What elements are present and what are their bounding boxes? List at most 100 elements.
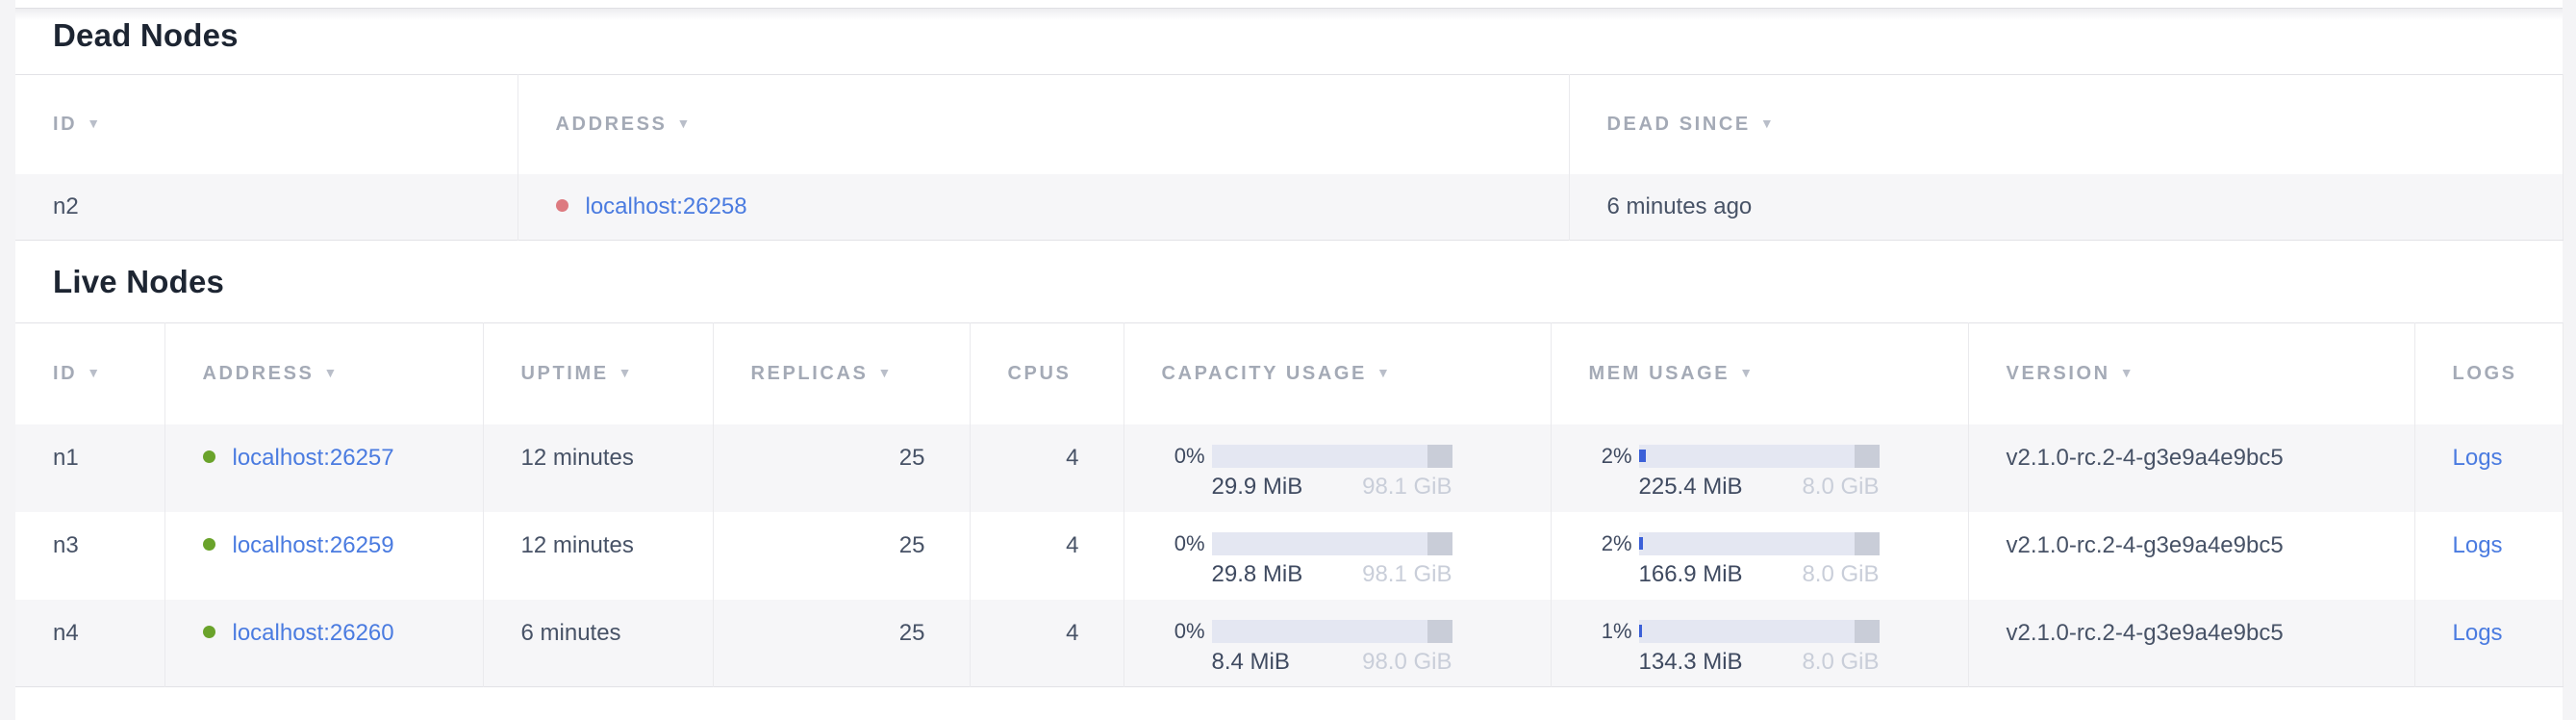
sort-desc-icon: ▼ <box>1739 365 1755 380</box>
capacity-total-label: 98.1 GiB <box>1362 474 1452 501</box>
sort-desc-icon: ▼ <box>619 365 634 380</box>
dead-node-address-link[interactable]: localhost:26258 <box>586 193 747 219</box>
node-uptime: 6 minutes <box>483 600 713 687</box>
node-address-link[interactable]: localhost:26260 <box>233 620 394 646</box>
sort-desc-icon: ▼ <box>877 365 893 380</box>
sort-desc-icon: ▼ <box>1376 365 1392 380</box>
node-capacity-usage: 0% 8.4 MiB 98.0 GiB <box>1124 600 1551 687</box>
live-header-version[interactable]: VERSION▼ <box>1968 323 2414 424</box>
capacity-pct: 0% <box>1124 445 1212 468</box>
mem-used-label: 134.3 MiB <box>1639 649 1743 676</box>
node-uptime: 12 minutes <box>483 512 713 600</box>
dead-nodes-table: ID▼ ADDRESS▼ DEAD SINCE▼ n2 localhost:26… <box>15 74 2563 241</box>
dead-node-row: n2 localhost:26258 6 minutes ago <box>15 174 2563 241</box>
nodes-overview-card: Dead Nodes ID▼ ADDRESS▼ DEAD SINCE▼ n2 l… <box>15 0 2563 720</box>
mem-bar <box>1639 445 1880 468</box>
mem-bar-used <box>1639 537 1643 550</box>
mem-pct: 2% <box>1552 445 1639 468</box>
node-capacity-usage: 0% 29.8 MiB 98.1 GiB <box>1124 512 1551 600</box>
node-cpus: 4 <box>970 424 1124 512</box>
live-header-address[interactable]: ADDRESS▼ <box>164 323 483 424</box>
capacity-pct: 0% <box>1124 620 1212 643</box>
capacity-bar-end-block <box>1427 620 1452 643</box>
capacity-used-label: 8.4 MiB <box>1212 649 1290 676</box>
dead-node-address-cell: localhost:26258 <box>518 174 1569 241</box>
node-id: n3 <box>15 512 164 600</box>
mem-used-label: 166.9 MiB <box>1639 561 1743 588</box>
live-nodes-heading: Live Nodes <box>15 241 2563 322</box>
capacity-total-label: 98.0 GiB <box>1362 649 1452 676</box>
live-header-id[interactable]: ID▼ <box>15 323 164 424</box>
node-version: v2.1.0-rc.2-4-g3e9a4e9bc5 <box>1968 512 2414 600</box>
capacity-bar-end-block <box>1427 445 1452 468</box>
node-id: n4 <box>15 600 164 687</box>
logs-link[interactable]: Logs <box>2453 532 2503 558</box>
node-cpus: 4 <box>970 512 1124 600</box>
live-header-cpus: CPUS <box>970 323 1124 424</box>
live-status-dot-icon <box>203 626 215 638</box>
live-node-row-n3: n3 localhost:26259 12 minutes 25 4 0% <box>15 512 2563 600</box>
logs-link[interactable]: Logs <box>2453 445 2503 471</box>
capacity-pct: 0% <box>1124 532 1212 555</box>
node-version: v2.1.0-rc.2-4-g3e9a4e9bc5 <box>1968 424 2414 512</box>
mem-used-label: 225.4 MiB <box>1639 474 1743 501</box>
capacity-total-label: 98.1 GiB <box>1362 561 1452 588</box>
node-version: v2.1.0-rc.2-4-g3e9a4e9bc5 <box>1968 600 2414 687</box>
node-address-cell: localhost:26259 <box>164 512 483 600</box>
node-address-link[interactable]: localhost:26259 <box>233 532 394 558</box>
mem-bar <box>1639 620 1880 643</box>
mem-pct: 1% <box>1552 620 1639 643</box>
node-id: n1 <box>15 424 164 512</box>
capacity-bar <box>1212 445 1452 468</box>
capacity-used-label: 29.8 MiB <box>1212 561 1303 588</box>
dead-nodes-header-row: ID▼ ADDRESS▼ DEAD SINCE▼ <box>15 75 2563 174</box>
mem-bar-end-block <box>1855 445 1880 468</box>
node-capacity-usage: 0% 29.9 MiB 98.1 GiB <box>1124 424 1551 512</box>
sort-desc-icon: ▼ <box>1760 116 1776 131</box>
live-nodes-table: ID▼ ADDRESS▼ UPTIME▼ REPLICAS▼ CPUS CAPA… <box>15 322 2563 687</box>
node-mem-usage: 2% 166.9 MiB 8.0 GiB <box>1551 512 1968 600</box>
sort-desc-icon: ▼ <box>87 365 102 380</box>
dead-header-dead-since[interactable]: DEAD SINCE▼ <box>1569 75 2563 174</box>
mem-bar-used <box>1639 625 1642 637</box>
sort-desc-icon: ▼ <box>324 365 340 380</box>
top-divider-shadow <box>15 9 2563 20</box>
live-header-mem[interactable]: MEM USAGE▼ <box>1551 323 1968 424</box>
dead-status-dot-icon <box>556 199 568 212</box>
node-address-link[interactable]: localhost:26257 <box>233 445 394 471</box>
live-header-uptime[interactable]: UPTIME▼ <box>483 323 713 424</box>
node-logs-cell: Logs <box>2414 600 2563 687</box>
node-address-cell: localhost:26260 <box>164 600 483 687</box>
live-node-row-n4: n4 localhost:26260 6 minutes 25 4 0% <box>15 600 2563 687</box>
sort-desc-icon: ▼ <box>2120 365 2135 380</box>
mem-bar-used <box>1639 450 1647 462</box>
sort-desc-icon: ▼ <box>677 116 693 131</box>
node-logs-cell: Logs <box>2414 424 2563 512</box>
capacity-bar <box>1212 620 1452 643</box>
mem-bar <box>1639 532 1880 555</box>
node-cpus: 4 <box>970 600 1124 687</box>
mem-pct: 2% <box>1552 532 1639 555</box>
node-address-cell: localhost:26257 <box>164 424 483 512</box>
node-logs-cell: Logs <box>2414 512 2563 600</box>
mem-total-label: 8.0 GiB <box>1802 561 1879 588</box>
live-nodes-header-row: ID▼ ADDRESS▼ UPTIME▼ REPLICAS▼ CPUS CAPA… <box>15 323 2563 424</box>
dead-node-dead-since: 6 minutes ago <box>1569 174 2563 241</box>
live-status-dot-icon <box>203 450 215 463</box>
node-mem-usage: 2% 225.4 MiB 8.0 GiB <box>1551 424 1968 512</box>
capacity-used-label: 29.9 MiB <box>1212 474 1303 501</box>
mem-bar-end-block <box>1855 620 1880 643</box>
node-uptime: 12 minutes <box>483 424 713 512</box>
mem-bar-end-block <box>1855 532 1880 555</box>
sort-desc-icon: ▼ <box>87 116 102 131</box>
live-header-capacity[interactable]: CAPACITY USAGE▼ <box>1124 323 1551 424</box>
node-replicas: 25 <box>713 512 970 600</box>
dead-header-address[interactable]: ADDRESS▼ <box>518 75 1569 174</box>
dead-header-id[interactable]: ID▼ <box>15 75 518 174</box>
capacity-bar-end-block <box>1427 532 1452 555</box>
live-header-replicas[interactable]: REPLICAS▼ <box>713 323 970 424</box>
mem-total-label: 8.0 GiB <box>1802 474 1879 501</box>
mem-total-label: 8.0 GiB <box>1802 649 1879 676</box>
logs-link[interactable]: Logs <box>2453 620 2503 646</box>
dead-node-id: n2 <box>15 174 518 241</box>
